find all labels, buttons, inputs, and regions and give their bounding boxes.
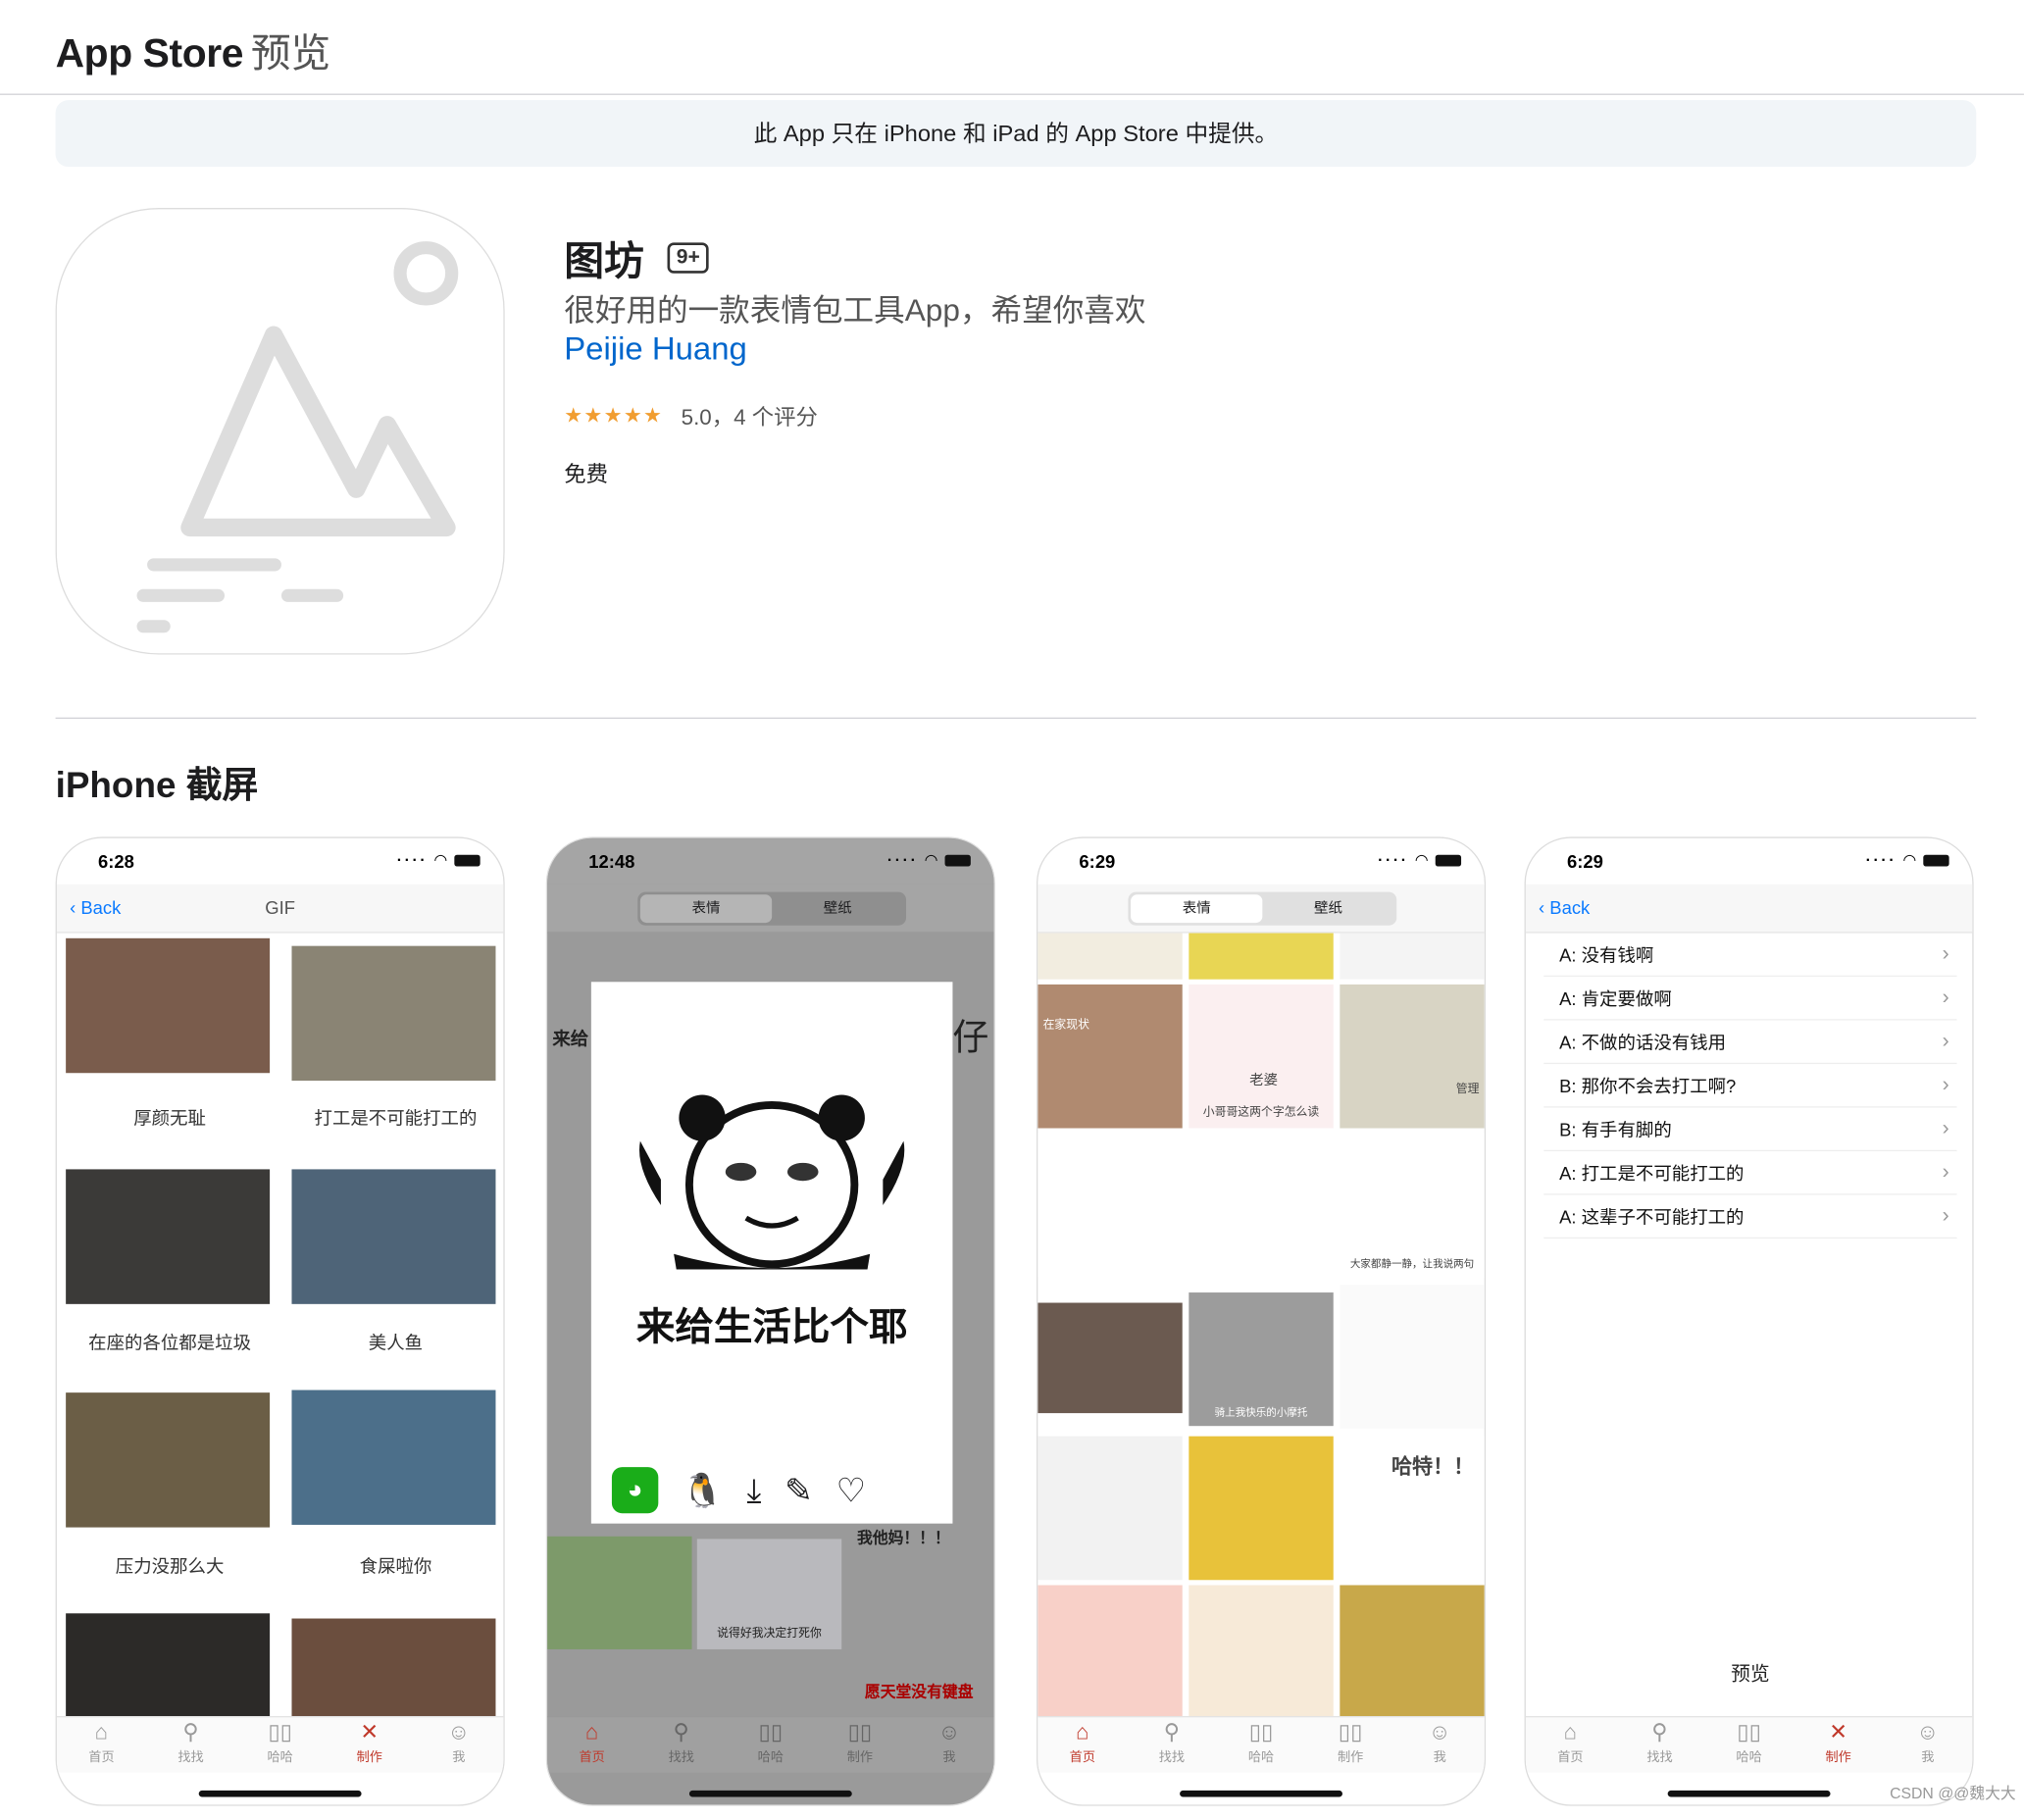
meme-tile	[1189, 1585, 1334, 1716]
gif-thumb	[291, 1169, 496, 1304]
search-icon: ⚲	[673, 1719, 689, 1744]
home-icon: ⌂	[1563, 1719, 1578, 1744]
star-rating-icon: ★★★★★	[564, 404, 664, 428]
gif-thumb	[66, 1613, 271, 1716]
chevron-right-icon: ›	[1942, 1074, 1949, 1096]
qq-icon[interactable]: 🐧	[682, 1467, 724, 1513]
bg-thumb	[547, 1536, 692, 1649]
home-icon: ⌂	[1076, 1719, 1089, 1744]
rating: ★★★★★ 5.0，4 个评分	[564, 399, 818, 431]
app-title: 图坊 9+	[564, 228, 709, 286]
tools-icon: ▯▯	[847, 1719, 873, 1744]
preview-modal[interactable]: 来给生活比个耶 ◕ 🐧 ⤓ ✎ ♡	[590, 982, 953, 1524]
bars-icon: ▯▯	[268, 1719, 292, 1744]
divider	[55, 717, 1977, 719]
age-badge: 9+	[667, 241, 709, 274]
meme-tile	[1340, 1285, 1485, 1429]
bars-icon: ▯▯	[1248, 1719, 1274, 1744]
chevron-right-icon: ›	[1942, 986, 1949, 1009]
gif-thumb	[66, 1392, 271, 1528]
gif-thumb	[66, 1169, 271, 1304]
brand-title[interactable]: App Store 预览	[56, 21, 331, 78]
meme-tile	[1037, 1585, 1183, 1716]
watermark-credit: CSDN @@魏大大	[1890, 1784, 2016, 1802]
screenshot-3[interactable]: 6:29 ···· ◠ 表情 壁纸 在家现状 小哥哥这两个字怎么读 老婆 管理 大家…	[1036, 836, 1487, 1806]
tools-icon: ✕	[1829, 1719, 1848, 1744]
meme-tile: 小哥哥这两个字怎么读	[1189, 984, 1334, 1129]
chevron-right-icon: ›	[1942, 1031, 1949, 1053]
wifi-battery-icon: ···· ◠	[397, 851, 481, 869]
list-item: B: 那你不会去打工啊? ›	[1543, 1064, 1957, 1108]
chevron-right-icon: ›	[1942, 1118, 1949, 1140]
section-title: iPhone 截屏	[55, 765, 259, 805]
gif-thumb	[291, 945, 496, 1082]
home-indicator	[688, 1790, 852, 1797]
panda-meme-image	[639, 1094, 905, 1270]
screenshot-4[interactable]: 6:29 ···· ◠ ‹ Back A: 没有钱啊 › A: 肯定要做啊 › A: …	[1524, 836, 1974, 1806]
list-item: A: 打工是不可能打工的 ›	[1543, 1151, 1957, 1195]
gif-thumb	[291, 1390, 496, 1525]
meme-tile	[1189, 1133, 1334, 1278]
search-icon: ⚲	[1163, 1719, 1181, 1744]
edit-icon[interactable]: ✎	[784, 1467, 813, 1513]
bars-icon: ▯▯	[758, 1719, 784, 1744]
meme-tile	[1189, 1436, 1334, 1581]
meme-tile: 在家现状	[1037, 984, 1183, 1129]
chevron-right-icon: ›	[1942, 1205, 1949, 1228]
chevron-right-icon: ›	[1942, 1161, 1949, 1184]
chevron-right-icon: ›	[1942, 943, 1949, 966]
list-item: A: 肯定要做啊 ›	[1543, 977, 1957, 1021]
meme-tile	[1037, 933, 1183, 980]
gif-thumb	[66, 937, 271, 1074]
list-item: A: 不做的话没有钱用 ›	[1543, 1021, 1957, 1065]
tools-icon: ✕	[360, 1719, 380, 1744]
bars-icon: ▯▯	[1737, 1719, 1761, 1744]
meme-tile	[1037, 1302, 1183, 1414]
app-subtitle: 很好用的一款表情包工具App，希望你喜欢	[564, 293, 1146, 329]
list-item: A: 没有钱啊 ›	[1543, 934, 1957, 978]
meme-tile: 管理	[1340, 984, 1485, 1129]
home-indicator	[198, 1790, 362, 1797]
image-placeholder-icon	[136, 241, 459, 633]
list-item: B: 有手有脚的 ›	[1543, 1108, 1957, 1152]
wifi-battery-icon: ···· ◠	[887, 851, 971, 869]
preview-label: 预览	[1731, 1663, 1770, 1686]
developer-link[interactable]: Peijie Huang	[564, 331, 747, 369]
price: 免费	[564, 462, 608, 487]
screenshot-2[interactable]: 12:48 ···· ◠ 表情 壁纸 来给 仔 说得好我决定打死你 我他妈！！！ 愿…	[545, 836, 995, 1806]
meme-tile	[1340, 1585, 1485, 1716]
home-icon: ⌂	[94, 1719, 109, 1744]
tools-icon: ▯▯	[1338, 1719, 1363, 1744]
wechat-icon[interactable]: ◕	[611, 1467, 659, 1514]
smile-icon: ☺	[937, 1719, 961, 1744]
heart-icon[interactable]: ♡	[836, 1467, 867, 1513]
meme-tile	[1037, 1436, 1183, 1581]
meme-tile: 哈特！！	[1340, 1436, 1485, 1581]
search-icon: ⚲	[182, 1719, 199, 1744]
smile-icon: ☺	[1916, 1719, 1940, 1744]
back-button: ‹ Back	[1539, 896, 1591, 918]
home-indicator	[1180, 1790, 1342, 1797]
meme-tile	[1189, 933, 1334, 980]
availability-notice: 此 App 只在 iPhone 和 iPad 的 App Store 中提供。	[55, 100, 1977, 168]
home-icon: ⌂	[584, 1719, 599, 1744]
screenshot-1[interactable]: 6:28 ···· ◠ ‹ Back GIF 厚颜无耻 打工是不可能打工的 在座的各…	[55, 836, 505, 1806]
wifi-battery-icon: ···· ◠	[1378, 851, 1462, 869]
home-indicator	[1667, 1790, 1831, 1797]
meme-tile	[1037, 1133, 1183, 1278]
download-icon[interactable]: ⤓	[746, 1467, 761, 1513]
meme-tile	[1340, 933, 1485, 980]
smile-icon: ☺	[447, 1719, 471, 1744]
wifi-battery-icon: ···· ◠	[1866, 851, 1949, 869]
app-icon-placeholder	[55, 208, 505, 655]
meme-tile: 骑上我快乐的小摩托	[1189, 1292, 1334, 1427]
gif-thumb	[291, 1618, 496, 1716]
meme-tile: 大家都静一静，让我说两句	[1340, 1133, 1485, 1278]
smile-icon: ☺	[1428, 1719, 1451, 1744]
list-item: A: 这辈子不可能打工的 ›	[1543, 1195, 1957, 1239]
search-icon: ⚲	[1651, 1719, 1668, 1744]
